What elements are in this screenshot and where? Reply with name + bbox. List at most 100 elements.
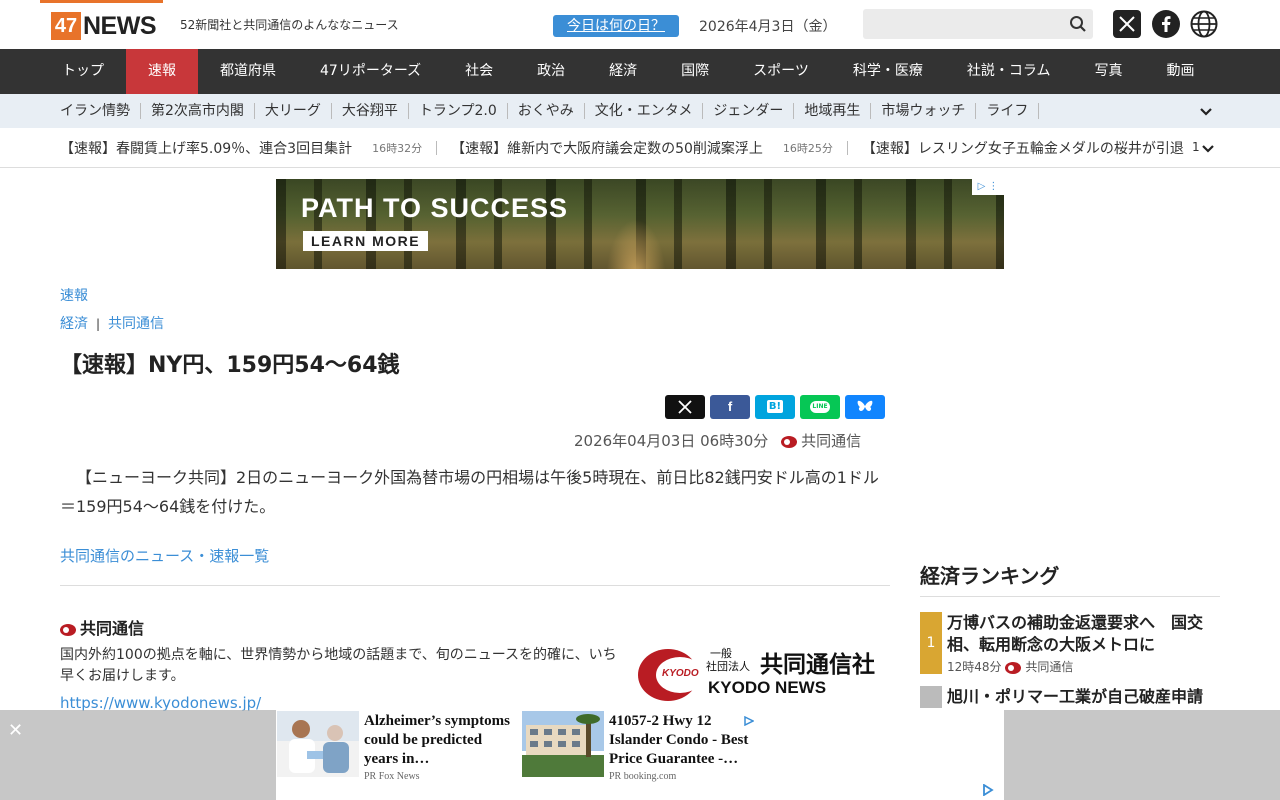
forest-path-image bbox=[606, 219, 666, 269]
search-icon[interactable] bbox=[1069, 15, 1087, 33]
divider bbox=[60, 585, 890, 586]
x-twitter-icon[interactable] bbox=[1113, 10, 1141, 38]
ranking-item[interactable]: 1 万博バスの補助金返還要求へ 国交相、転用断念の大阪メトロに 12時48分 共… bbox=[920, 612, 1220, 678]
nav-item-society[interactable]: 社会 bbox=[443, 49, 515, 94]
ranking-number bbox=[920, 686, 942, 708]
current-date: 2026年4月3日（金） bbox=[699, 19, 837, 35]
breadcrumb-economy[interactable]: 経済 bbox=[60, 316, 88, 332]
topic-item[interactable]: ジェンダー bbox=[703, 103, 795, 119]
topic-item[interactable]: 大リーグ bbox=[255, 103, 332, 119]
ad-container: Alzheimer’s symptoms could be predicted … bbox=[276, 710, 1004, 800]
ad-card[interactable]: Alzheimer’s symptoms could be predicted … bbox=[276, 710, 520, 800]
sticky-bottom-ad: ✕ Alzheimer’s symptoms could be predicte… bbox=[0, 710, 1280, 800]
ticker-time: 16時25分 bbox=[782, 141, 833, 155]
breadcrumb-kyodo[interactable]: 共同通信 bbox=[108, 316, 164, 332]
article-title: 【速報】NY円、159円54～64銭 bbox=[60, 353, 400, 378]
topic-item[interactable]: 大谷翔平 bbox=[332, 103, 409, 119]
topic-item[interactable]: 市場ウォッチ bbox=[871, 103, 977, 119]
nav-item-sports[interactable]: スポーツ bbox=[731, 49, 831, 94]
kyodo-news-list-link[interactable]: 共同通信のニュース・速報一覧 bbox=[60, 545, 269, 566]
topic-item[interactable]: トランプ2.0 bbox=[409, 103, 508, 119]
ticker-page-number: 1 bbox=[1188, 140, 1200, 154]
breaking-ticker: 【速報】春闘賃上げ率5.09％、連合3回目集計 16時32分 【速報】維新内で大… bbox=[0, 128, 1280, 168]
topic-item[interactable]: 地域再生 bbox=[794, 103, 872, 119]
ad-headline: Alzheimer’s symptoms could be predicted … bbox=[364, 713, 510, 767]
ad-source: PR booking.com bbox=[609, 771, 677, 782]
provider-title: 共同通信 bbox=[60, 615, 144, 639]
article-source: 共同通信 bbox=[801, 432, 862, 450]
breadcrumb-divider: | bbox=[96, 317, 101, 331]
kyodo-logo-en: KYODO NEWS bbox=[708, 678, 827, 697]
adchoices-icon[interactable] bbox=[744, 716, 754, 726]
kyodo-logo-icon bbox=[781, 435, 798, 448]
adchoices-icon[interactable] bbox=[982, 784, 994, 796]
ticker-headline[interactable]: 【速報】維新内で大阪府議会定数の50削減案浮上 bbox=[451, 138, 763, 158]
topic-nav: イラン情勢 第2次高市内閣 大リーグ 大谷翔平 トランプ2.0 おくやみ 文化・… bbox=[0, 94, 1280, 128]
share-hatena-button[interactable]: B! bbox=[755, 395, 795, 419]
provider-name: 共同通信 bbox=[80, 619, 145, 638]
banner-ad-title: PATH TO SUCCESS bbox=[301, 193, 569, 223]
ranking-meta: 12時48分 共同通信 bbox=[947, 658, 1073, 675]
nav-item-47reporters[interactable]: 47リポーターズ bbox=[298, 49, 443, 94]
share-bluesky-button[interactable] bbox=[845, 395, 885, 419]
today-in-history-button[interactable]: 今日は何の日？ bbox=[553, 15, 679, 37]
nav-item-videos[interactable]: 動画 bbox=[1144, 49, 1216, 94]
main-nav: トップ 速報 都道府県 47リポーターズ 社会 政治 経済 国際 スポーツ 科学… bbox=[0, 49, 1280, 94]
ticker-time: 16時32分 bbox=[372, 141, 423, 155]
logo-news: NEWS bbox=[83, 12, 157, 40]
article-body: 【ニューヨーク共同】2日のニューヨーク外国為替市場の円相場は午後5時現在、前日比… bbox=[60, 468, 879, 516]
site-logo[interactable]: 47 NEWS bbox=[40, 0, 163, 40]
share-line-button[interactable]: LINE bbox=[800, 395, 840, 419]
ranking-title: 経済ランキング bbox=[920, 560, 1220, 597]
chevron-down-icon[interactable] bbox=[1198, 103, 1214, 119]
facebook-icon[interactable] bbox=[1152, 10, 1180, 38]
condo-building-image bbox=[522, 711, 604, 777]
ranking-number: 1 bbox=[920, 612, 942, 674]
logo-47: 47 bbox=[51, 12, 81, 40]
doctor-patient-image bbox=[277, 711, 359, 777]
ad-source: PR Fox News bbox=[364, 771, 420, 782]
nav-item-science[interactable]: 科学・医療 bbox=[831, 49, 945, 94]
ranking-headline: 旭川・ポリマー工業が自己破産申請 bbox=[947, 687, 1204, 706]
nav-item-international[interactable]: 国際 bbox=[659, 49, 731, 94]
ranking-time: 12時48分 bbox=[947, 660, 1002, 674]
tagline: 52新聞社と共同通信のよんななニュース bbox=[180, 18, 399, 32]
topic-item[interactable]: 文化・エンタメ bbox=[585, 103, 704, 119]
kyodo-news-logo[interactable]: KYODO 一般 社団法人 共同通信社 KYODO NEWS bbox=[638, 645, 890, 705]
line-icon: LINE bbox=[810, 400, 830, 413]
share-facebook-button[interactable]: f bbox=[710, 395, 750, 419]
ticker-headline[interactable]: 【速報】春闘賃上げ率5.09％、連合3回目集計 bbox=[60, 138, 352, 158]
chevron-down-icon[interactable] bbox=[1200, 140, 1216, 156]
ranking-headline: 万博バスの補助金返還要求へ 国交相、転用断念の大阪メトロに bbox=[947, 613, 1204, 654]
banner-ad[interactable]: PATH TO SUCCESS LEARN MORE ▷ ⋮ bbox=[276, 179, 1004, 269]
nav-item-breaking[interactable]: 速報 bbox=[126, 49, 198, 94]
ticker-divider bbox=[846, 140, 848, 155]
close-icon[interactable]: ✕ bbox=[8, 720, 23, 741]
topic-item[interactable]: イラン情勢 bbox=[50, 103, 141, 119]
hatena-bookmark-icon: B! bbox=[766, 400, 784, 413]
nav-item-photos[interactable]: 写真 bbox=[1072, 49, 1144, 94]
breadcrumb: 経済 | 共同通信 bbox=[60, 313, 890, 333]
provider-description: 国内外約100の拠点を軸に、世界情勢から地域の話題まで、旬のニュースを的確に、い… bbox=[60, 647, 617, 684]
share-x-button[interactable] bbox=[665, 395, 705, 419]
nav-item-top[interactable]: トップ bbox=[40, 49, 126, 94]
kyodo-logo-small-1: 一般 bbox=[710, 647, 732, 660]
facebook-icon: f bbox=[727, 399, 733, 414]
search-input[interactable] bbox=[863, 9, 1093, 39]
nav-item-politics[interactable]: 政治 bbox=[515, 49, 587, 94]
nav-item-economy[interactable]: 経済 bbox=[587, 49, 659, 94]
topic-item[interactable]: ライフ bbox=[976, 103, 1040, 119]
article-datetime: 2026年04月03日 06時30分 bbox=[574, 432, 769, 450]
ad-card[interactable]: 41057-2 Hwy 12 Islander Condo - Best Pri… bbox=[521, 710, 765, 800]
ad-headline: 41057-2 Hwy 12 Islander Condo - Best Pri… bbox=[609, 713, 749, 767]
nav-item-editorial[interactable]: 社説・コラム bbox=[945, 49, 1073, 94]
breadcrumb-breaking[interactable]: 速報 bbox=[60, 288, 88, 304]
ticker-divider bbox=[436, 140, 438, 155]
ticker-headline[interactable]: 【速報】レスリング女子五輪金メダルの桜井が引退 bbox=[862, 138, 1184, 158]
kyodo-logo-icon bbox=[1005, 661, 1022, 674]
topic-item[interactable]: おくやみ bbox=[508, 103, 585, 119]
adchoices-icon[interactable]: ▷ ⋮ bbox=[972, 179, 1004, 195]
nav-item-prefectures[interactable]: 都道府県 bbox=[198, 49, 298, 94]
topic-item[interactable]: 第2次高市内閣 bbox=[141, 103, 255, 119]
globe-icon[interactable] bbox=[1190, 10, 1218, 38]
